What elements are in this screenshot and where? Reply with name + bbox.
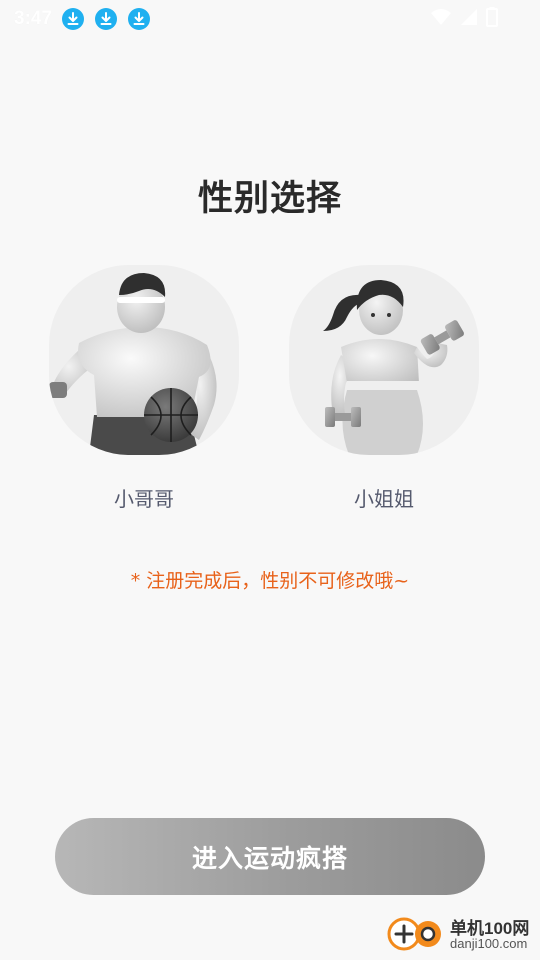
status-bar: 3:47 (0, 0, 540, 38)
enter-button[interactable]: 进入运动疯搭 (55, 818, 485, 895)
cell-signal-icon (460, 8, 478, 30)
download-notification-icon (128, 8, 151, 30)
watermark-logo-icon (387, 917, 441, 951)
dumbbell-girl-illustration (323, 280, 464, 455)
download-notification-icon (95, 8, 118, 30)
download-notification-icon (62, 8, 85, 30)
gender-notice: * 注册完成后，性别不可修改哦~ (130, 570, 410, 592)
wifi-icon (430, 8, 452, 30)
battery-icon (486, 7, 498, 31)
male-avatar-card[interactable] (49, 265, 239, 455)
gender-option-male[interactable]: 小哥哥 (49, 265, 239, 512)
gender-label-female: 小姐姐 (354, 487, 414, 511)
status-time: 3:47 (14, 8, 53, 29)
basketball-boy-illustration (49, 273, 217, 455)
watermark-url: danji100.com (450, 936, 528, 951)
gender-label-male: 小哥哥 (114, 487, 174, 511)
watermark: 单机100网 danji100.com (384, 912, 534, 956)
female-avatar-card[interactable] (289, 265, 479, 455)
gender-option-female[interactable]: 小姐姐 (289, 265, 479, 512)
page-title: 性别选择 (197, 179, 342, 219)
